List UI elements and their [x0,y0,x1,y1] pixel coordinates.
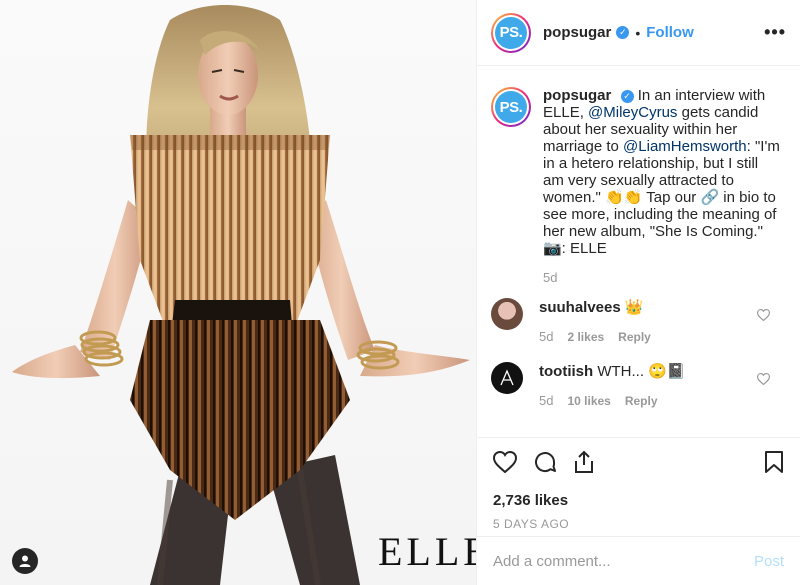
comments-list[interactable]: PS. popsugar ✓ In an interview with ELLE… [477,67,800,437]
post-date: 5 DAYS AGO [493,517,570,531]
add-comment-bar: Add a comment... Post [477,536,800,585]
follow-button[interactable]: Follow [646,24,694,41]
separator-dot: • [635,24,641,41]
post-details-panel: PS. popsugar ✓ • Follow ••• PS. popsugar… [476,0,800,585]
more-options-icon[interactable]: ••• [764,22,786,43]
comment-like-icon[interactable] [756,372,771,390]
mention-link[interactable]: @LiamHemsworth [623,138,747,155]
comment-text: 👑 [624,299,644,316]
commenter-username[interactable]: tootiish [539,363,593,380]
bookmark-icon[interactable] [764,450,784,474]
comment-likes[interactable]: 2 likes [567,330,604,344]
post-actions: 2,736 likes 5 DAYS AGO [477,437,800,531]
likes-count[interactable]: 2,736 likes [493,492,784,509]
post-comment-button[interactable]: Post [754,553,784,570]
comment-likes[interactable]: 10 likes [567,394,610,408]
comment-text: WTH... 🙄📓 [597,363,686,380]
commenter-avatar[interactable] [491,362,523,394]
comment-item: suuhalvees 👑 5d 2 likes Reply [491,298,784,344]
verified-badge-icon: ✓ [616,26,630,39]
caption-time[interactable]: 5d [543,269,783,286]
commenter-username[interactable]: suuhalvees [539,299,621,316]
reply-button[interactable]: Reply [618,330,651,344]
comment-input[interactable]: Add a comment... [493,553,611,570]
verified-badge-icon: ✓ [620,90,634,103]
post-header: PS. popsugar ✓ • Follow ••• [477,0,800,66]
comment-icon[interactable] [533,450,557,474]
photo-credit: 📷: ELLE [543,240,607,257]
author-avatar[interactable]: PS. [491,12,531,53]
avatar-logo-text: PS. [495,16,527,49]
post-photo[interactable]: ELLE [0,0,476,585]
author-username[interactable]: popsugar [543,24,611,41]
elle-brand-mark: ELLE [378,529,476,574]
avatar-logo-text: PS. [495,91,527,123]
share-icon[interactable] [573,450,595,474]
caption-body: popsugar ✓ In an interview with ELLE, @M… [543,87,783,286]
caption-avatar[interactable]: PS. [491,87,531,127]
reply-button[interactable]: Reply [625,394,658,408]
user-tag-icon[interactable] [12,548,38,574]
commenter-avatar[interactable] [491,298,523,330]
fashion-photo-illustration [12,5,470,585]
mention-link[interactable]: @MileyCyrus [588,104,677,121]
caption-username[interactable]: popsugar [543,87,611,104]
heart-icon[interactable] [493,451,517,473]
comment-item: tootiish WTH... 🙄📓 5d 10 likes Reply [491,362,784,408]
comment-time[interactable]: 5d [539,329,553,344]
comment-time[interactable]: 5d [539,393,553,408]
comment-like-icon[interactable] [756,308,771,326]
post-caption: PS. popsugar ✓ In an interview with ELLE… [491,87,784,286]
